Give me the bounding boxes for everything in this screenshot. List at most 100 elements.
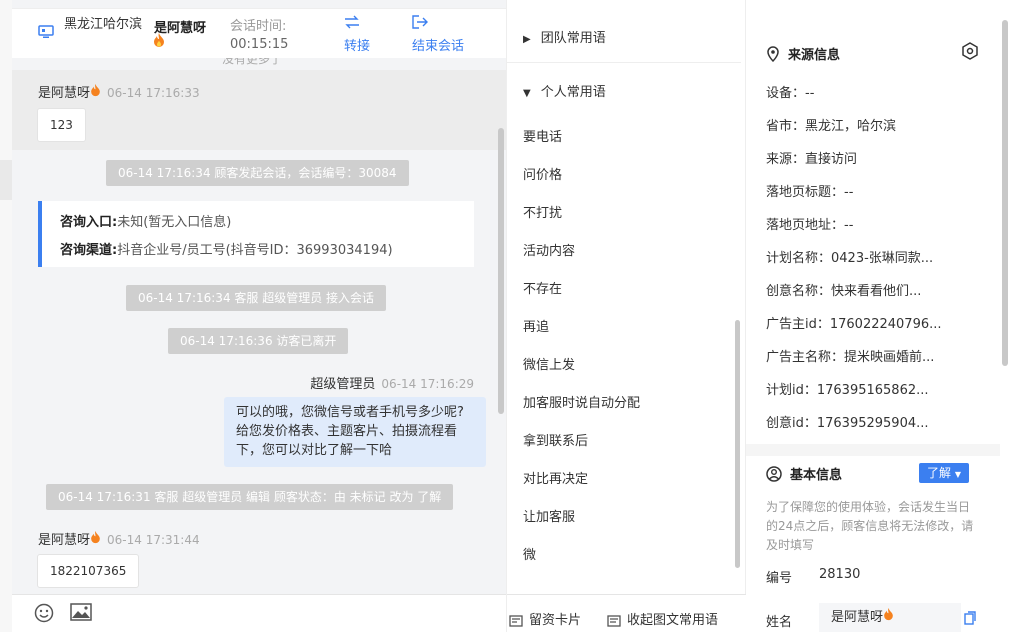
info-row: 计划id：176395165862... xyxy=(766,383,929,398)
leave-card-button[interactable]: 留资卡片 xyxy=(509,609,581,628)
system-message: 06-14 17:16:34 客服 超级管理员 接入会话 xyxy=(126,285,387,311)
source-info-label: 来源信息 xyxy=(788,48,841,63)
name-field[interactable]: 是阿慧呀 xyxy=(819,603,961,632)
end-session-button[interactable]: 结束会话 xyxy=(412,15,464,54)
phrase-item[interactable]: 问价格 xyxy=(523,164,562,183)
phrase-item[interactable]: 要电话 xyxy=(523,126,562,145)
id-label: 编号 xyxy=(766,571,793,586)
info-scrollbar[interactable] xyxy=(1002,20,1008,366)
agent-time: 06-14 17:16:29 xyxy=(381,377,474,391)
entry-row: 咨询入口:未知(暂无入口信息) xyxy=(60,211,231,230)
caret-down-icon: ▼ xyxy=(954,470,961,479)
session-time-label: 会话时间: xyxy=(230,19,287,34)
settings-icon[interactable] xyxy=(961,42,979,64)
image-icon[interactable] xyxy=(70,603,92,625)
personal-phrases-title: 个人常用语 xyxy=(540,85,606,100)
chat-panel: 黑龙江哈尔滨 是阿慧呀 会话时间: 00:15:15 转接 结束会话 没有更多了… xyxy=(12,0,506,632)
message-time: 06-14 17:31:44 xyxy=(107,533,200,547)
caret-down-icon: ▼ xyxy=(523,88,531,99)
message-sender: 是阿慧呀 06-14 17:16:33 xyxy=(38,82,200,101)
collapse-phrases-button[interactable]: 收起图文常用语 xyxy=(607,609,718,628)
agent-message-bubble[interactable]: 可以的哦，您微信号或者手机号多少呢?给您发价格表、主题客片、拍摄流程看下，您可以… xyxy=(224,397,486,467)
team-phrases-title: 团队常用语 xyxy=(540,31,606,46)
transfer-label: 转接 xyxy=(344,39,371,54)
group-divider xyxy=(507,62,741,63)
info-row: 创意名称：快来看看他们... xyxy=(766,284,922,299)
flame-icon xyxy=(91,84,100,97)
info-row: 来源：直接访问 xyxy=(766,152,858,167)
phrase-item[interactable]: 不存在 xyxy=(523,278,562,297)
info-row: 设备：-- xyxy=(766,86,815,101)
name-label: 姓名 xyxy=(766,615,793,630)
message-time: 06-14 17:16:33 xyxy=(107,86,200,100)
phrase-item[interactable]: 不打扰 xyxy=(523,202,562,221)
phrases-scrollbar[interactable] xyxy=(735,320,740,568)
agent-name: 超级管理员 xyxy=(310,377,376,392)
phrase-item[interactable]: 再追 xyxy=(523,316,549,335)
leave-card-label: 留资卡片 xyxy=(529,613,582,628)
message-icon xyxy=(607,615,621,627)
copy-icon[interactable] xyxy=(964,611,976,629)
personal-phrases-group[interactable]: ▼ 个人常用语 xyxy=(523,81,606,100)
phrase-item[interactable]: 微 xyxy=(523,544,536,563)
chat-toolbar xyxy=(12,594,506,632)
user-circle-icon xyxy=(766,466,782,482)
phrase-item[interactable]: 拿到联系后 xyxy=(523,430,588,449)
team-phrases-group[interactable]: ▶ 团队常用语 xyxy=(523,27,606,46)
phrase-item[interactable]: 对比再决定 xyxy=(523,468,588,487)
sender-name: 是阿慧呀 xyxy=(38,86,91,101)
status-value: 了解 xyxy=(927,466,952,480)
entry-value: 未知(暂无入口信息) xyxy=(117,215,232,230)
info-row: 广告主名称：提米映画婚前... xyxy=(766,350,935,365)
exit-icon xyxy=(412,15,464,35)
info-row: 创意id：176395295904... xyxy=(766,416,929,431)
info-row: 落地页标题：-- xyxy=(766,185,854,200)
transfer-button[interactable]: 转接 xyxy=(344,15,370,54)
caret-right-icon: ▶ xyxy=(523,34,531,45)
card-icon xyxy=(509,615,523,627)
customer-info-panel: 来源信息 设备：-- 省市：黑龙江，哈尔滨 来源：直接访问 落地页标题：-- 落… xyxy=(746,0,1010,632)
left-edge-marker xyxy=(0,160,12,200)
emoji-icon[interactable] xyxy=(34,603,54,627)
chat-header: 黑龙江哈尔滨 是阿慧呀 会话时间: 00:15:15 转接 结束会话 xyxy=(12,8,506,58)
agent-sender: 超级管理员 06-14 17:16:29 xyxy=(310,373,474,392)
phrase-item[interactable]: 活动内容 xyxy=(523,240,575,259)
info-row: 计划名称：0423-张琳同款... xyxy=(766,251,934,266)
channel-value: 抖音企业号/员工号(抖音号ID：36993034194) xyxy=(117,243,393,258)
end-session-label: 结束会话 xyxy=(412,39,465,54)
phrase-item[interactable]: 让加客服 xyxy=(523,506,575,525)
system-message: 06-14 17:16:31 客服 超级管理员 编辑 顾客状态：由 未标记 改为… xyxy=(46,484,454,510)
customer-message-bubble[interactable]: 1822107365 xyxy=(37,554,140,588)
edit-notice: 为了保障您的使用体验，会话发生当日的24点之后，顾客信息将无法修改，请及时填写 xyxy=(766,500,974,552)
entry-label: 咨询入口: xyxy=(60,215,118,230)
basic-info-title: 基本信息 xyxy=(766,464,842,483)
section-divider xyxy=(746,444,1000,456)
flame-icon xyxy=(91,531,100,544)
collapse-phrases-label: 收起图文常用语 xyxy=(627,613,719,628)
customer-location: 黑龙江哈尔滨 xyxy=(64,17,143,32)
customer-message-bubble[interactable]: 123 xyxy=(37,108,86,142)
phrase-item[interactable]: 加客服时说自动分配 xyxy=(523,392,640,411)
flame-icon xyxy=(153,33,165,52)
chat-message-list[interactable]: 没有更多了 是阿慧呀 06-14 17:16:33 123 06-14 17:16… xyxy=(12,58,506,594)
channel-label: 咨询渠道: xyxy=(60,243,118,258)
sender-name: 是阿慧呀 xyxy=(38,533,91,548)
phrase-item[interactable]: 微信上发 xyxy=(523,354,575,373)
monitor-icon xyxy=(38,25,54,43)
basic-info-label: 基本信息 xyxy=(790,468,843,483)
system-message: 06-14 17:16:34 顾客发起会话，会话编号：30084 xyxy=(106,160,409,186)
transfer-icon xyxy=(344,15,370,35)
phrases-panel: ▶ 团队常用语 ▼ 个人常用语 要电话 问价格 不打扰 活动内容 不存在 再追 微信… xyxy=(506,0,747,632)
name-value: 是阿慧呀 xyxy=(831,610,884,625)
info-row: 广告主id：176022240796... xyxy=(766,317,942,332)
session-time-value: 00:15:15 xyxy=(230,37,289,52)
source-info-title: 来源信息 xyxy=(766,44,840,63)
system-message: 06-14 17:16:36 访客已离开 xyxy=(168,328,349,354)
chat-scrollbar[interactable] xyxy=(498,128,504,414)
location-pin-icon xyxy=(767,46,779,63)
info-row: 省市：黑龙江，哈尔滨 xyxy=(766,119,897,134)
left-edge-strip xyxy=(0,0,12,632)
message-sender: 是阿慧呀 06-14 17:31:44 xyxy=(38,529,200,548)
status-dropdown[interactable]: 了解 ▼ xyxy=(919,463,969,483)
flame-icon xyxy=(884,608,893,621)
